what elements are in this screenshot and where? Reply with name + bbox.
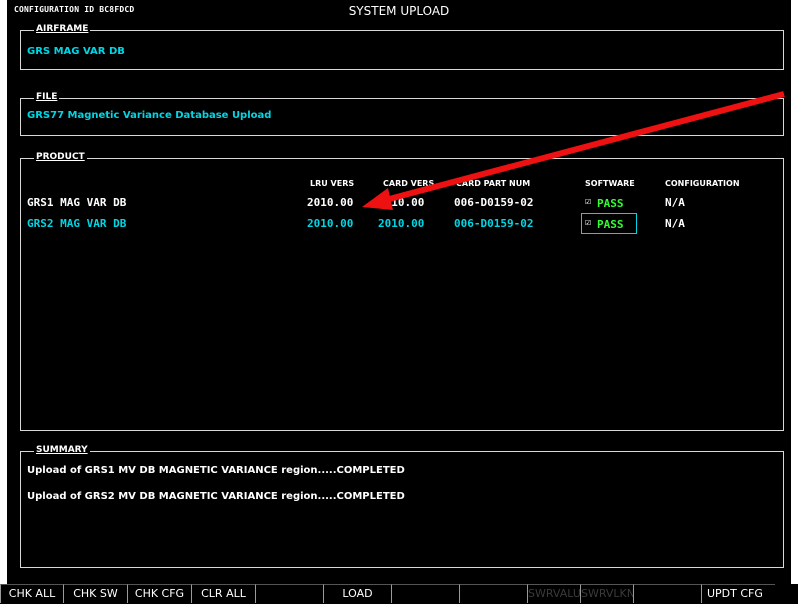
col-header-lru-vers: LRU VERS — [310, 179, 355, 188]
product-name: GRS1 MAG VAR DB — [27, 196, 127, 209]
system-upload-page: CONFIGURATION ID BC8FDCD SYSTEM UPLOAD A… — [7, 0, 791, 584]
airframe-value: GRS MAG VAR DB — [27, 46, 125, 57]
page-title: SYSTEM UPLOAD — [348, 4, 450, 18]
card-part-num-value: 006-D0159-02 — [454, 217, 534, 230]
softkey-bar: CHK ALL CHK SW CHK CFG CLR ALL LOAD SWRV… — [0, 584, 798, 604]
lru-vers-value: 2010.00 — [307, 217, 354, 230]
product-name: GRS2 MAG VAR DB — [27, 217, 127, 230]
summary-line: Upload of GRS1 MV DB MAGNETIC VARIANCE r… — [27, 465, 405, 476]
summary-line: Upload of GRS2 MV DB MAGNETIC VARIANCE r… — [27, 491, 405, 502]
softkey-load[interactable]: LOAD — [323, 584, 391, 603]
col-header-card-vers: CARD VERS — [383, 179, 435, 188]
file-panel[interactable]: FILE GRS77 Magnetic Variance Database Up… — [20, 92, 784, 136]
summary-label: SUMMARY — [34, 445, 90, 456]
lru-vers-value: 2010.00 — [307, 196, 354, 209]
software-checkbox[interactable]: ☑ — [585, 217, 591, 228]
product-label: PRODUCT — [34, 152, 87, 163]
file-label: FILE — [34, 92, 60, 103]
softkey-swrvalup: SWRVALUP — [527, 584, 580, 603]
softkey-chk-sw[interactable]: CHK SW — [63, 584, 127, 603]
col-header-configuration: CONFIGURATION — [665, 179, 740, 188]
card-part-num-value: 006-D0159-02 — [454, 196, 534, 209]
card-vers-value: 2010.00 — [378, 196, 425, 209]
airframe-label: AIRFRAME — [34, 24, 91, 35]
configuration-value: N/A — [665, 196, 685, 209]
col-header-card-part-num: CARD PART NUM — [456, 179, 531, 188]
softkey-blank-7 — [391, 584, 459, 603]
softkey-updt-cfg[interactable]: UPDT CFG — [701, 584, 775, 603]
col-header-software: SOFTWARE — [585, 179, 635, 188]
softkey-blank-8 — [459, 584, 527, 603]
configuration-value: N/A — [665, 217, 685, 230]
card-vers-value: 2010.00 — [378, 217, 425, 230]
software-status: PASS — [597, 197, 624, 210]
softkey-blank-5 — [255, 584, 323, 603]
software-checkbox[interactable]: ☑ — [585, 196, 591, 207]
file-value: GRS77 Magnetic Variance Database Upload — [27, 110, 272, 121]
softkey-clr-all[interactable]: CLR ALL — [191, 584, 255, 603]
airframe-panel[interactable]: AIRFRAME GRS MAG VAR DB — [20, 24, 784, 70]
software-status: PASS — [597, 218, 624, 231]
softkey-swrvlkn: SWRVLKN — [580, 584, 633, 603]
softkey-blank-11 — [633, 584, 701, 603]
summary-panel: SUMMARY Upload of GRS1 MV DB MAGNETIC VA… — [20, 445, 784, 568]
softkey-chk-cfg[interactable]: CHK CFG — [127, 584, 191, 603]
softkey-chk-all[interactable]: CHK ALL — [0, 584, 63, 603]
